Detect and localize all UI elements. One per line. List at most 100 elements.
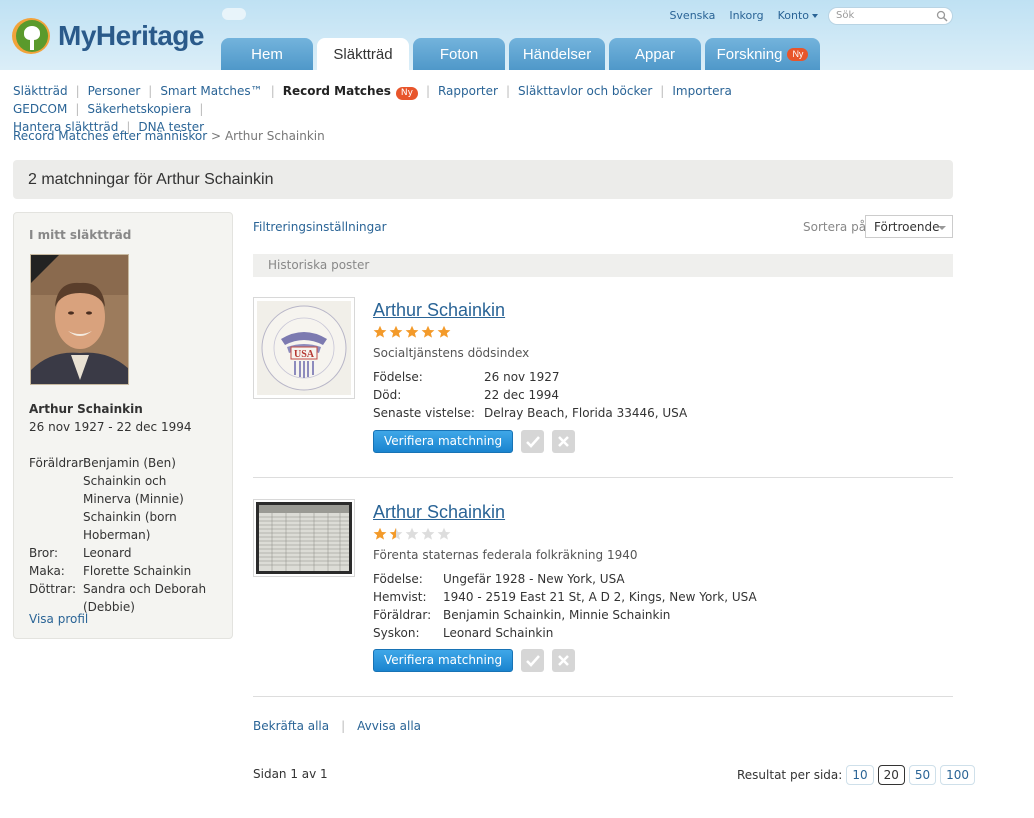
seal-text: USA	[294, 349, 315, 360]
field-value: Delray Beach, Florida 33446, USA	[484, 406, 688, 420]
match-card: USA Arthur Schainkin Socialtjänstens död…	[253, 297, 953, 467]
match-card: Arthur Schainkin Förenta staternas feder…	[253, 499, 953, 679]
relative-value: Florette Schainkin	[83, 564, 192, 578]
match-name-link[interactable]: Arthur Schainkin	[373, 502, 505, 523]
reject-match-button[interactable]	[552, 430, 576, 453]
tab-events[interactable]: Händelser	[509, 38, 605, 70]
person-photo[interactable]	[30, 254, 129, 385]
tab-label: Foton	[439, 45, 479, 63]
filter-settings-link[interactable]: Filtreringsinställningar	[253, 220, 387, 234]
chevron-down-icon	[938, 226, 946, 230]
search-icon[interactable]	[936, 10, 948, 22]
record-source: Förenta staternas federala folkräkning 1…	[373, 548, 638, 562]
verify-match-button[interactable]: Verifiera matchning	[373, 430, 514, 453]
per-page-option-20[interactable]: 20	[877, 765, 905, 785]
tree-person-panel: I mitt släktträd Arthur Schainkin 26 nov…	[13, 212, 233, 639]
field-value: Ungefär 1928 - New York, USA	[443, 572, 625, 586]
results-per-page: Resultat per sida: 10 20 50 100	[737, 765, 976, 785]
logo-text: MyHeritage	[58, 20, 204, 51]
search-input[interactable]: Sök	[828, 7, 953, 25]
divider	[253, 696, 953, 697]
subnav-backup[interactable]: Säkerhetskopiera	[87, 102, 191, 116]
field-row: Död: 22 dec 1994	[373, 386, 687, 404]
account-menu[interactable]: Konto	[778, 9, 818, 22]
confidence-stars	[373, 527, 451, 541]
per-page-option-100[interactable]: 100	[940, 765, 976, 785]
tab-apps[interactable]: Appar	[609, 38, 701, 70]
census-document-icon	[256, 502, 352, 574]
sort-value: Förtroende	[874, 220, 940, 234]
view-profile-link[interactable]: Visa profil	[29, 612, 88, 626]
tab-label: Appar	[634, 45, 676, 63]
field-row: Syskon: Leonard Schainkin	[373, 624, 757, 642]
subnav-reports[interactable]: Rapporter	[438, 84, 498, 98]
language-link[interactable]: Svenska	[669, 9, 715, 22]
tab-family-tree[interactable]: Släktträd	[317, 38, 409, 70]
per-page-option-10[interactable]: 10	[846, 765, 874, 785]
relatives-list: Föräldrar: Benjamin (Ben) Schainkin och M…	[29, 454, 218, 616]
star-icon	[389, 325, 403, 338]
subnav-record-matches[interactable]: Record Matches	[283, 84, 391, 98]
confirm-all-link[interactable]: Bekräfta alla	[253, 719, 329, 733]
subnav-smart-matches[interactable]: Smart Matches™	[160, 84, 262, 98]
field-value: 26 nov 1927	[484, 370, 560, 384]
subnav-charts-books[interactable]: Släkttavlor och böcker	[518, 84, 652, 98]
empty-star-icon	[405, 527, 419, 540]
verify-match-button[interactable]: Verifiera matchning	[373, 649, 514, 672]
sub-navigation: Släktträd | Personer | Smart Matches™ | Record…	[13, 84, 732, 134]
reject-match-button[interactable]	[552, 649, 576, 672]
subnav-people[interactable]: Personer	[88, 84, 141, 98]
breadcrumb: Record Matches efter människor > Arthur …	[13, 129, 325, 143]
tab-photos[interactable]: Foton	[413, 38, 505, 70]
tab-research[interactable]: Forskning Ny	[705, 38, 820, 70]
record-thumbnail[interactable]	[253, 499, 355, 577]
confirm-match-button[interactable]	[521, 649, 545, 672]
divider	[253, 477, 953, 478]
checkmark-icon	[525, 654, 540, 667]
search-placeholder: Sök	[836, 10, 855, 21]
field-row: Föräldrar: Benjamin Schainkin, Minnie Sch…	[373, 606, 757, 624]
record-fields: Födelse: Ungefär 1928 - New York, USA Hem…	[373, 570, 757, 642]
field-value: 22 dec 1994	[484, 388, 560, 402]
inbox-link[interactable]: Inkorg	[729, 9, 763, 22]
star-icon	[373, 325, 387, 338]
breadcrumb-link[interactable]: Record Matches efter människor	[13, 129, 207, 143]
per-page-option-50[interactable]: 50	[908, 765, 937, 785]
account-label: Konto	[777, 9, 809, 22]
relative-row: Bror: Leonard	[29, 544, 218, 562]
subnav-family-tree[interactable]: Släktträd	[13, 84, 68, 98]
match-actions: Verifiera matchning	[373, 649, 576, 672]
page-info: Sidan 1 av 1	[253, 767, 328, 781]
field-label: Syskon:	[373, 626, 420, 640]
close-icon	[558, 436, 569, 447]
tab-label: Hem	[251, 45, 283, 63]
field-value: 1940 - 2519 East 21 St, A D 2, Kings, Ne…	[443, 590, 757, 604]
top-header: MyHeritage Svenska Inkorg Konto Sök Hem …	[0, 0, 1034, 70]
tab-label: Händelser	[522, 45, 592, 63]
field-row: Födelse: 26 nov 1927	[373, 368, 687, 386]
relative-label: Döttrar:	[29, 582, 77, 596]
reject-all-link[interactable]: Avvisa alla	[357, 719, 421, 733]
field-label: Död:	[373, 388, 402, 402]
close-icon	[558, 655, 569, 666]
sort-label: Sortera på	[803, 220, 867, 234]
record-thumbnail[interactable]: USA	[253, 297, 355, 399]
match-name-link[interactable]: Arthur Schainkin	[373, 300, 505, 321]
logo-tree-icon	[12, 16, 56, 56]
sort-select[interactable]: Förtroende	[865, 215, 953, 238]
star-icon	[373, 527, 387, 540]
tab-home[interactable]: Hem	[221, 38, 313, 70]
section-header: Historiska poster	[253, 254, 953, 277]
per-page-label: Resultat per sida:	[737, 768, 843, 782]
myheritage-logo[interactable]: MyHeritage	[12, 16, 204, 56]
confirm-match-button[interactable]	[521, 430, 545, 453]
record-source: Socialtjänstens dödsindex	[373, 346, 530, 360]
person-dates: 26 nov 1927 - 22 dec 1994	[29, 420, 192, 434]
match-actions: Verifiera matchning	[373, 430, 576, 453]
relative-label: Föräldrar:	[29, 456, 88, 470]
chevron-down-icon	[812, 14, 818, 18]
bulk-actions: Bekräfta alla | Avvisa alla	[253, 719, 422, 733]
field-label: Födelse:	[373, 370, 423, 384]
relative-value: Benjamin (Ben) Schainkin och Minerva (Mi…	[83, 456, 184, 542]
main-tabs: Hem Släktträd Foton Händelser Appar Fors…	[221, 38, 820, 70]
